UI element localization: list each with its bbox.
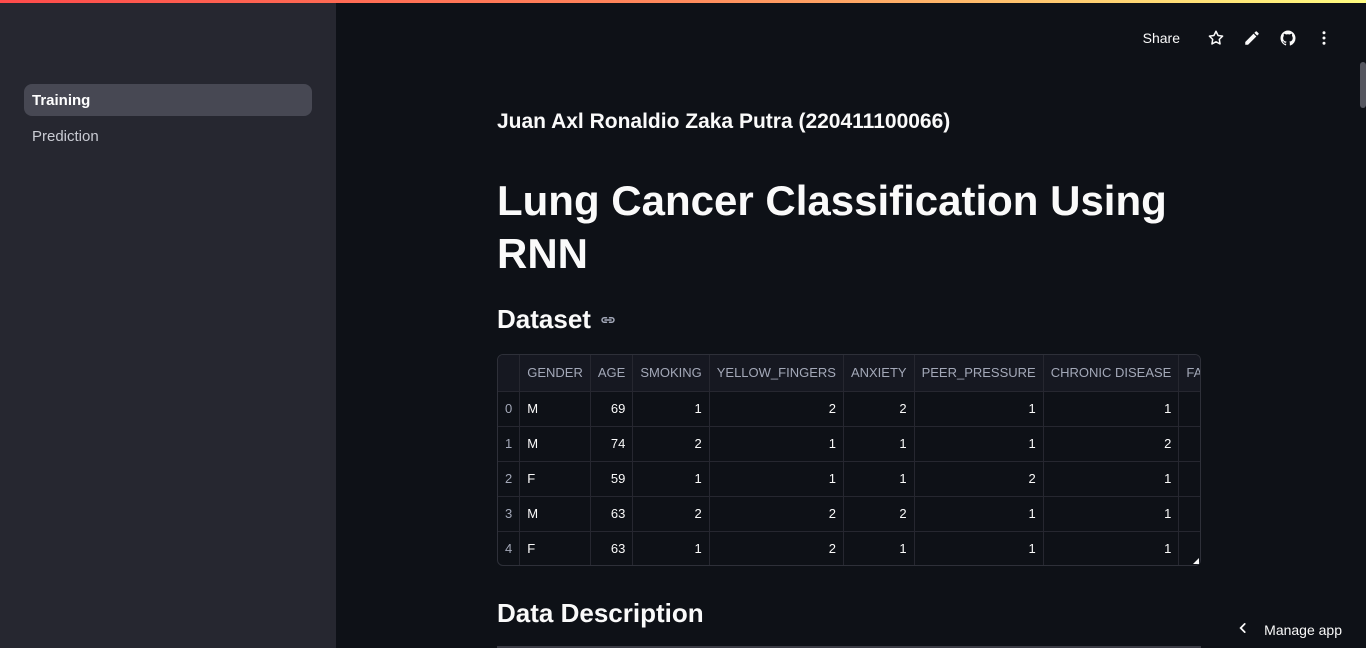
table-cell[interactable]: 2 [632, 496, 710, 532]
table-cell[interactable]: 2 [632, 426, 710, 462]
scrollbar[interactable] [1360, 62, 1366, 108]
manage-app-label: Manage app [1264, 621, 1342, 638]
table-cell[interactable]: 2 [914, 461, 1044, 497]
table-cell[interactable]: 1 [914, 426, 1044, 462]
table-cell[interactable]: 1 [632, 391, 710, 427]
star-icon[interactable] [1198, 26, 1234, 50]
top-decoration-bar [0, 0, 1366, 3]
dataset-table[interactable]: GENDER AGE SMOKING YELLOW_FINGERS ANXIETY PEE… [497, 354, 1201, 566]
chevron-left-icon [1236, 621, 1250, 638]
table-cell[interactable]: F [519, 531, 591, 565]
table-cell[interactable]: 63 [590, 531, 634, 565]
table-index-header[interactable] [498, 355, 521, 392]
table-column-header[interactable]: YELLOW_FINGERS [709, 355, 844, 392]
table-column-header[interactable]: PEER_PRESSURE [914, 355, 1044, 392]
table-cell[interactable]: 1 [1043, 496, 1180, 532]
table-cell[interactable]: 1 [632, 461, 710, 497]
sidebar-item-label: Prediction [32, 127, 99, 145]
table-cell[interactable]: M [519, 496, 591, 532]
table-row[interactable]: 2 F 59 1 1 1 2 1 [498, 461, 1200, 497]
table-cell[interactable] [1178, 496, 1200, 532]
sidebar-item-prediction[interactable]: Prediction [24, 120, 312, 152]
table-cell[interactable]: 2 [843, 391, 915, 427]
more-vert-icon[interactable] [1306, 26, 1342, 50]
data-description-heading: Data Description [497, 598, 704, 628]
row-index-cell[interactable]: 3 [498, 496, 521, 532]
header-toolbar: Share [1143, 26, 1342, 50]
dataset-heading: Dataset [497, 304, 617, 335]
table-column-header[interactable]: ANXIETY [843, 355, 915, 392]
table-cell[interactable]: 63 [590, 496, 634, 532]
pencil-icon[interactable] [1234, 26, 1270, 50]
table-row[interactable]: 4 F 63 1 2 1 1 1 [498, 531, 1200, 565]
table-cell[interactable]: 1 [843, 461, 915, 497]
table-cell[interactable]: 69 [590, 391, 634, 427]
table-cell[interactable] [1178, 426, 1200, 462]
table-column-header[interactable]: SMOKING [632, 355, 710, 392]
table-cell[interactable]: 1 [709, 426, 844, 462]
table-cell[interactable]: 2 [709, 391, 844, 427]
table-cell[interactable]: 1 [1043, 461, 1180, 497]
table-cell[interactable]: M [519, 426, 591, 462]
table-row[interactable]: 0 M 69 1 2 2 1 1 [498, 391, 1200, 427]
table-cell[interactable]: 59 [590, 461, 634, 497]
sidebar-item-training[interactable]: Training [24, 84, 312, 116]
row-index-cell[interactable]: 1 [498, 426, 521, 462]
table-cell[interactable]: 1 [632, 531, 710, 565]
row-index-cell[interactable]: 4 [498, 531, 521, 565]
share-button[interactable]: Share [1143, 30, 1180, 46]
table-row[interactable]: 3 M 63 2 2 2 1 1 [498, 496, 1200, 532]
table-cell[interactable]: 1 [709, 461, 844, 497]
row-index-cell[interactable]: 2 [498, 461, 521, 497]
table-cell[interactable]: 2 [843, 496, 915, 532]
table-cell[interactable]: 1 [843, 426, 915, 462]
github-icon[interactable] [1270, 26, 1306, 50]
table-cell[interactable]: 1 [1043, 531, 1180, 565]
table-cell[interactable]: 2 [709, 531, 844, 565]
table-cell[interactable]: 1 [843, 531, 915, 565]
page-title: Lung Cancer Classification Using RNN [497, 177, 1167, 277]
dataset-heading-text: Dataset [497, 304, 591, 334]
table-cell[interactable]: 74 [590, 426, 634, 462]
table-row[interactable]: 1 M 74 2 1 1 1 2 [498, 426, 1200, 462]
table-cell[interactable]: F [519, 461, 591, 497]
table-cell[interactable]: 1 [1043, 391, 1180, 427]
table-resize-handle[interactable] [1193, 558, 1199, 564]
table-cell[interactable] [1178, 391, 1200, 427]
row-index-cell[interactable]: 0 [498, 391, 521, 427]
table-cell[interactable]: 2 [1043, 426, 1180, 462]
table-cell[interactable]: 2 [709, 496, 844, 532]
table-column-header[interactable]: CHRONIC DISEASE [1043, 355, 1180, 392]
table-cell[interactable]: 1 [914, 496, 1044, 532]
table-cell[interactable]: 1 [914, 391, 1044, 427]
manage-app-button[interactable]: Manage app [1236, 621, 1342, 638]
table-cell[interactable]: M [519, 391, 591, 427]
sidebar: Training Prediction [0, 0, 336, 648]
link-icon[interactable] [599, 311, 617, 329]
author-heading: Juan Axl Ronaldio Zaka Putra (2204111000… [497, 110, 951, 133]
table-cell[interactable] [1178, 461, 1200, 497]
table-cell[interactable]: 1 [914, 531, 1044, 565]
table-column-header[interactable]: FAT [1178, 355, 1200, 392]
table-column-header[interactable]: AGE [590, 355, 634, 392]
table-column-header[interactable]: GENDER [519, 355, 591, 392]
sidebar-item-label: Training [32, 91, 91, 109]
